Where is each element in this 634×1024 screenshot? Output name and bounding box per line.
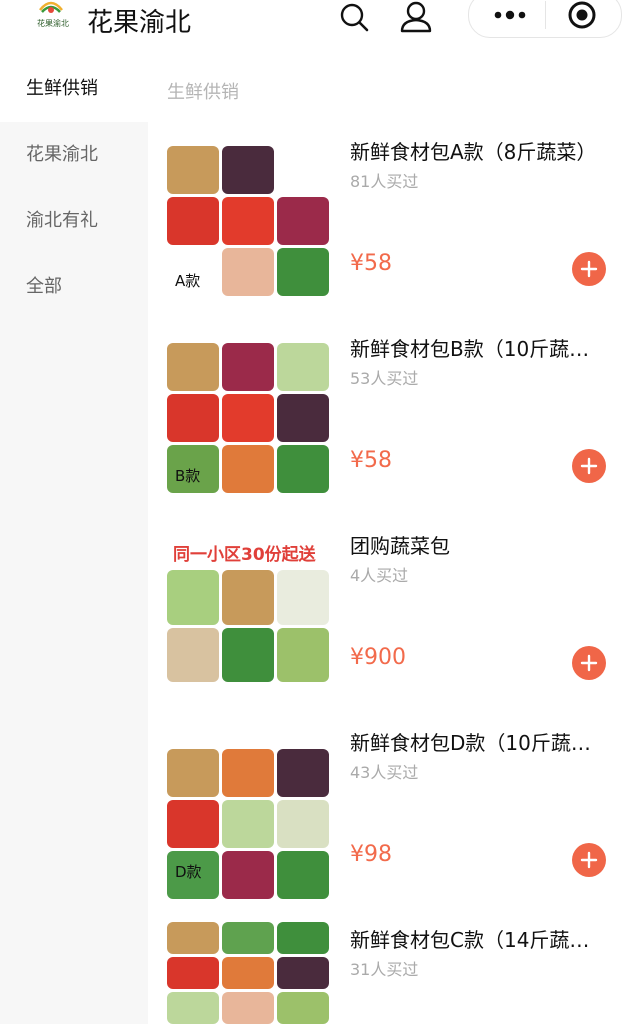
logo-text: 花果渝北 [37, 19, 69, 28]
product-sold-count: 43人买过 [350, 763, 419, 782]
product-price: ¥58 [350, 251, 392, 276]
product-sold-count: 4人买过 [350, 566, 409, 585]
close-target-icon[interactable] [547, 0, 617, 37]
product-sold-count: 81人买过 [350, 172, 419, 191]
app-title: 花果渝北 [87, 8, 192, 38]
plus-icon [580, 260, 598, 278]
category-sidebar: 生鲜供销 花果渝北 渝北有礼 全部 [0, 56, 148, 1024]
plus-icon [580, 457, 598, 475]
product-image[interactable] [167, 922, 329, 1024]
add-to-cart-button[interactable] [572, 646, 606, 680]
product-price: ¥58 [350, 448, 392, 473]
product-image[interactable] [167, 570, 329, 682]
plus-icon [580, 851, 598, 869]
add-to-cart-button[interactable] [572, 449, 606, 483]
product-card[interactable]: B款 新鲜食材包B款（10斤蔬菜） 53人买过 ¥58 [148, 325, 634, 521]
product-image-label: D款 [175, 863, 202, 881]
product-card[interactable]: 新鲜食材包C款（14斤蔬菜） 31人买过 [148, 916, 634, 1024]
product-card[interactable]: A款 新鲜食材包A款（8斤蔬菜） 81人买过 ¥58 [148, 128, 634, 324]
search-icon[interactable] [336, 0, 372, 34]
capsule-divider [545, 1, 546, 29]
product-name[interactable]: 新鲜食材包D款（10斤蔬菜） [350, 727, 608, 756]
sidebar-item-huaguo[interactable]: 花果渝北 [0, 122, 148, 188]
product-card[interactable]: 同一小区30份起送 团购蔬菜包 4人买过 ¥900 [148, 522, 634, 718]
add-to-cart-button[interactable] [572, 252, 606, 286]
app-header: 花果渝北 花果渝北 [0, 0, 634, 56]
product-name[interactable]: 新鲜食材包A款（8斤蔬菜） [350, 136, 608, 165]
product-card[interactable]: D款 新鲜食材包D款（10斤蔬菜） 43人买过 ¥98 [148, 719, 634, 915]
more-icon[interactable] [475, 0, 545, 37]
product-name[interactable]: 团购蔬菜包 [350, 530, 608, 559]
product-name[interactable]: 新鲜食材包C款（14斤蔬菜） [350, 924, 608, 953]
product-sold-count: 31人买过 [350, 960, 419, 979]
add-to-cart-button[interactable] [572, 843, 606, 877]
section-title: 生鲜供销 [167, 82, 239, 103]
plus-icon [580, 654, 598, 672]
sidebar-item-gifts[interactable]: 渝北有礼 [0, 188, 148, 254]
product-name[interactable]: 新鲜食材包B款（10斤蔬菜） [350, 333, 608, 362]
user-icon[interactable] [398, 0, 434, 34]
product-image-banner: 同一小区30份起送 [173, 545, 316, 565]
sidebar-item-all[interactable]: 全部 [0, 254, 148, 320]
mini-program-capsule [468, 0, 622, 38]
sidebar-item-fresh[interactable]: 生鲜供销 [0, 56, 148, 122]
product-sold-count: 53人买过 [350, 369, 419, 388]
product-price: ¥900 [350, 645, 406, 670]
product-image-label: B款 [175, 467, 201, 485]
product-image-label: A款 [175, 272, 201, 290]
product-price: ¥98 [350, 842, 392, 867]
